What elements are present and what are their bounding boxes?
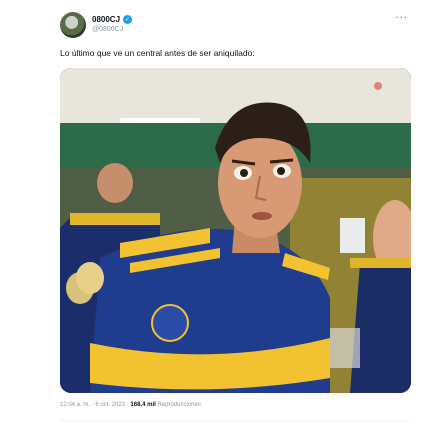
tweet-card: 0800CJ ✓ @0800CJ ··· Lo último que ve un…	[0, 0, 441, 444]
tweet-text: Lo último que ve un central antes de ser…	[60, 48, 255, 58]
more-options-icon[interactable]: ···	[395, 13, 408, 24]
name-row: 0800CJ ✓	[92, 13, 133, 25]
meta-separator: ·	[126, 402, 129, 408]
tweet-header: 0800CJ ✓ @0800CJ ···	[60, 10, 420, 40]
meta-separator: ·	[91, 402, 94, 408]
tweet-media-image[interactable]	[60, 68, 411, 393]
verified-badge-icon: ✓	[123, 14, 133, 24]
locker-room-photo	[60, 68, 411, 393]
views-label: Reproducciones	[157, 402, 201, 408]
tweet-date[interactable]: 6 oct. 2023	[95, 402, 125, 408]
avatar[interactable]	[60, 12, 86, 38]
tweet-time[interactable]: 12:04 a. m.	[60, 402, 90, 408]
user-handle[interactable]: @0800CJ	[92, 26, 132, 33]
divider	[60, 420, 411, 421]
tweet-meta: 12:04 a. m. · 6 oct. 2023 · 168,4 mil Re…	[60, 402, 201, 408]
author-block: 0800CJ ✓ @0800CJ	[92, 13, 133, 33]
views-count: 168,4 mil	[130, 402, 156, 408]
display-name[interactable]: 0800CJ	[92, 15, 120, 24]
